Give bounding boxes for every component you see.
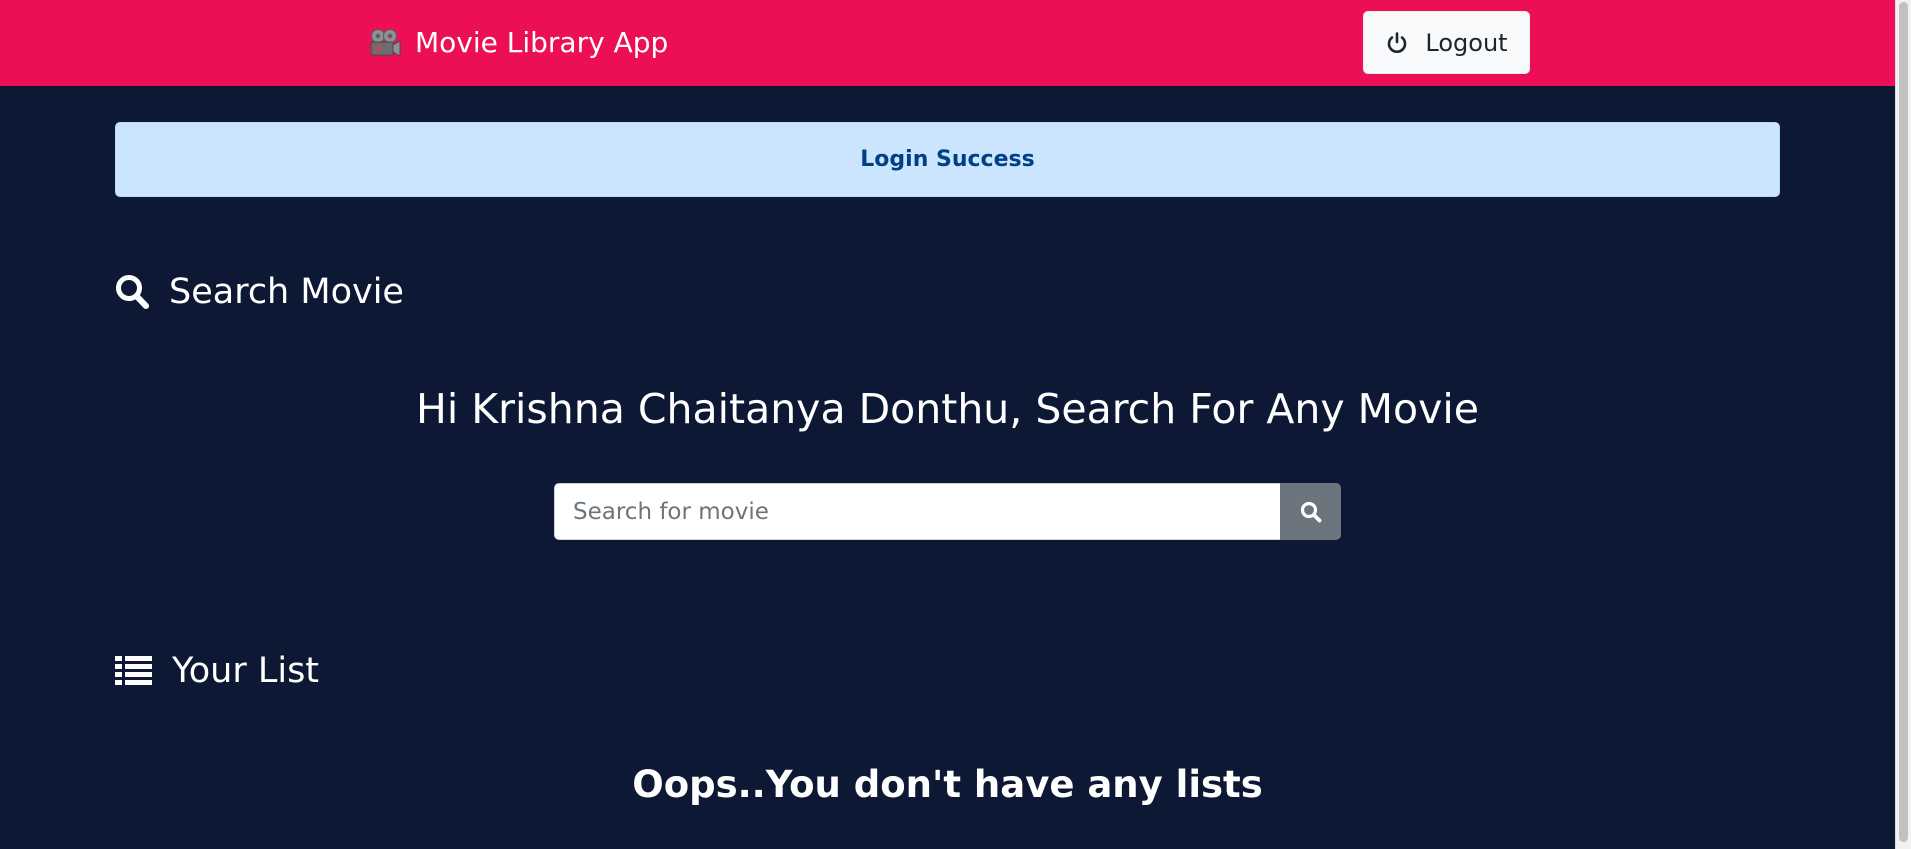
film-projector-icon xyxy=(370,29,401,57)
navbar: Movie Library App Logout xyxy=(0,0,1895,86)
list-section-heading: Your List xyxy=(115,651,319,691)
search-icon xyxy=(1300,501,1321,522)
search-section-heading: Search Movie xyxy=(115,272,404,312)
search-button[interactable] xyxy=(1280,483,1341,540)
search-input[interactable] xyxy=(554,483,1280,540)
empty-list-message: Oops..You don't have any lists xyxy=(632,763,1263,806)
list-section-title: Your List xyxy=(172,651,320,691)
scrollbar-thumb[interactable] xyxy=(1899,2,1908,842)
login-success-alert: Login Success xyxy=(115,122,1780,197)
greeting-heading: Hi Krishna Chaitanya Donthu, Search For … xyxy=(415,385,1480,433)
list-icon xyxy=(115,656,152,685)
alert-text: Login Success xyxy=(860,147,1035,172)
vertical-scrollbar[interactable] xyxy=(1895,0,1911,849)
search-form xyxy=(554,483,1341,540)
search-icon xyxy=(116,275,149,309)
logout-label: Logout xyxy=(1425,28,1508,57)
brand-title: Movie Library App xyxy=(415,26,669,59)
page: Movie Library App Logout Login Success S… xyxy=(0,0,1911,849)
logout-button[interactable]: Logout xyxy=(1363,11,1530,74)
brand-link[interactable]: Movie Library App xyxy=(369,25,668,61)
search-section-title: Search Movie xyxy=(169,272,404,312)
power-icon xyxy=(1388,31,1407,53)
